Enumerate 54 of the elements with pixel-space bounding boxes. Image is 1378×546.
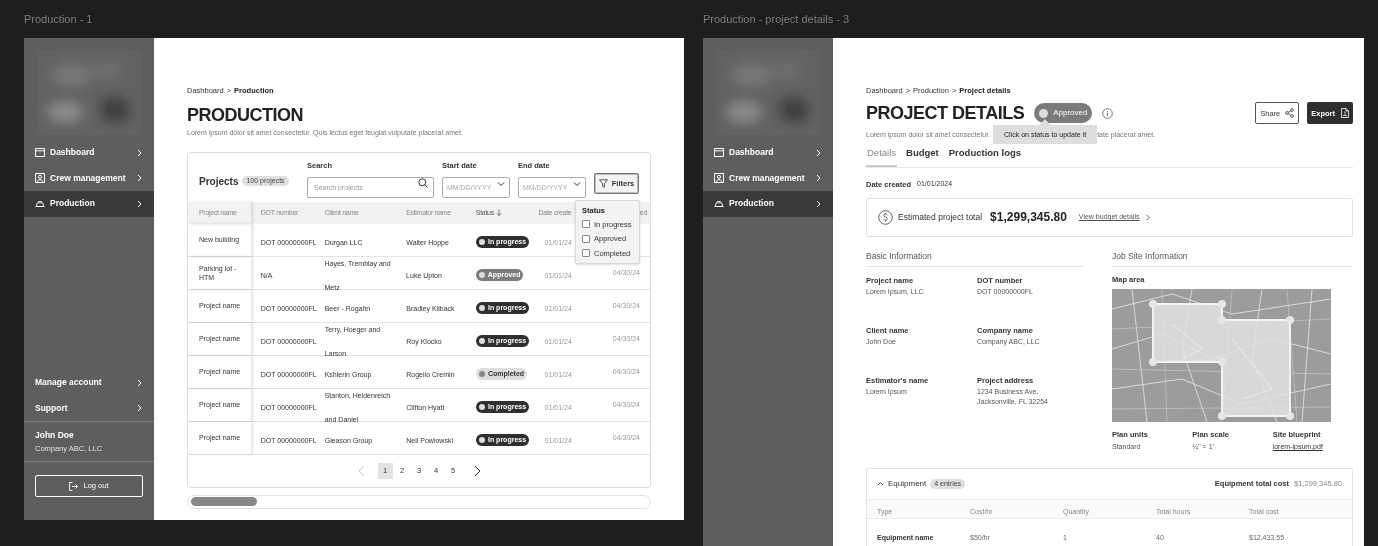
window-icon (35, 148, 45, 158)
tab[interactable]: Budget (905, 146, 940, 167)
chevron-down-icon (573, 180, 581, 187)
chevron-right-icon (135, 199, 143, 208)
chevron-right-icon (135, 174, 143, 183)
nav-item[interactable]: Manage account (24, 370, 154, 396)
chevron-right-icon (135, 148, 143, 157)
nav-item[interactable]: Crew management (703, 165, 833, 191)
page-heading: PRODUCTION (187, 105, 304, 126)
chevron-right-icon (814, 199, 822, 208)
page-heading: PROJECT DETAILS (866, 101, 1025, 125)
share-icon (1285, 108, 1295, 119)
nav-item[interactable]: Production (703, 191, 833, 217)
caret-up-icon[interactable] (877, 481, 884, 486)
sort-arrow-icon (495, 209, 502, 217)
nav-item[interactable]: Dashboard (24, 140, 154, 166)
tab[interactable]: Production logs (947, 146, 1023, 167)
checkbox[interactable] (582, 234, 590, 243)
frame-title: Production - 1 (24, 11, 94, 27)
document-icon (1341, 108, 1349, 119)
nav-item[interactable]: Dashboard (703, 140, 833, 166)
filter-icon (598, 178, 608, 188)
chevron-right-icon (814, 148, 822, 157)
chevron-down-icon (497, 180, 505, 187)
section-title: Basic Information (866, 249, 1084, 267)
search-icon (418, 177, 428, 188)
helmet-icon (714, 199, 724, 209)
chevron-right-icon (135, 378, 143, 387)
logout-icon (69, 481, 79, 491)
status-badge[interactable]: Approved (1034, 103, 1093, 124)
window-icon (714, 148, 724, 158)
table-title: Projects (199, 174, 239, 189)
scrollbar-thumb[interactable] (191, 497, 257, 507)
checkbox[interactable] (582, 220, 590, 229)
nav-item[interactable]: Production (24, 191, 154, 217)
chevron-right-icon (814, 174, 822, 183)
helmet-icon (35, 199, 45, 209)
person-icon (35, 173, 45, 184)
next-page-icon[interactable] (472, 464, 482, 477)
frame-title: Production - project details - 3 (703, 11, 851, 27)
section-title: Equipment (888, 477, 927, 490)
nav-item[interactable]: Crew management (24, 165, 154, 191)
person-icon (714, 173, 724, 184)
dollar-icon (878, 209, 893, 225)
info-icon[interactable] (1102, 107, 1114, 119)
user-name: John Doe (35, 429, 75, 442)
checkbox[interactable] (582, 249, 590, 258)
tab[interactable]: Details (866, 146, 898, 167)
nav-item[interactable]: Support (24, 395, 154, 421)
chevron-right-icon (135, 404, 143, 413)
section-title: Job Site Information (1112, 249, 1353, 267)
estimate-amount: $1,299,345.80 (990, 209, 1067, 227)
estimate-label: Estimated project total (898, 210, 983, 224)
chevron-right-icon (1144, 213, 1152, 221)
